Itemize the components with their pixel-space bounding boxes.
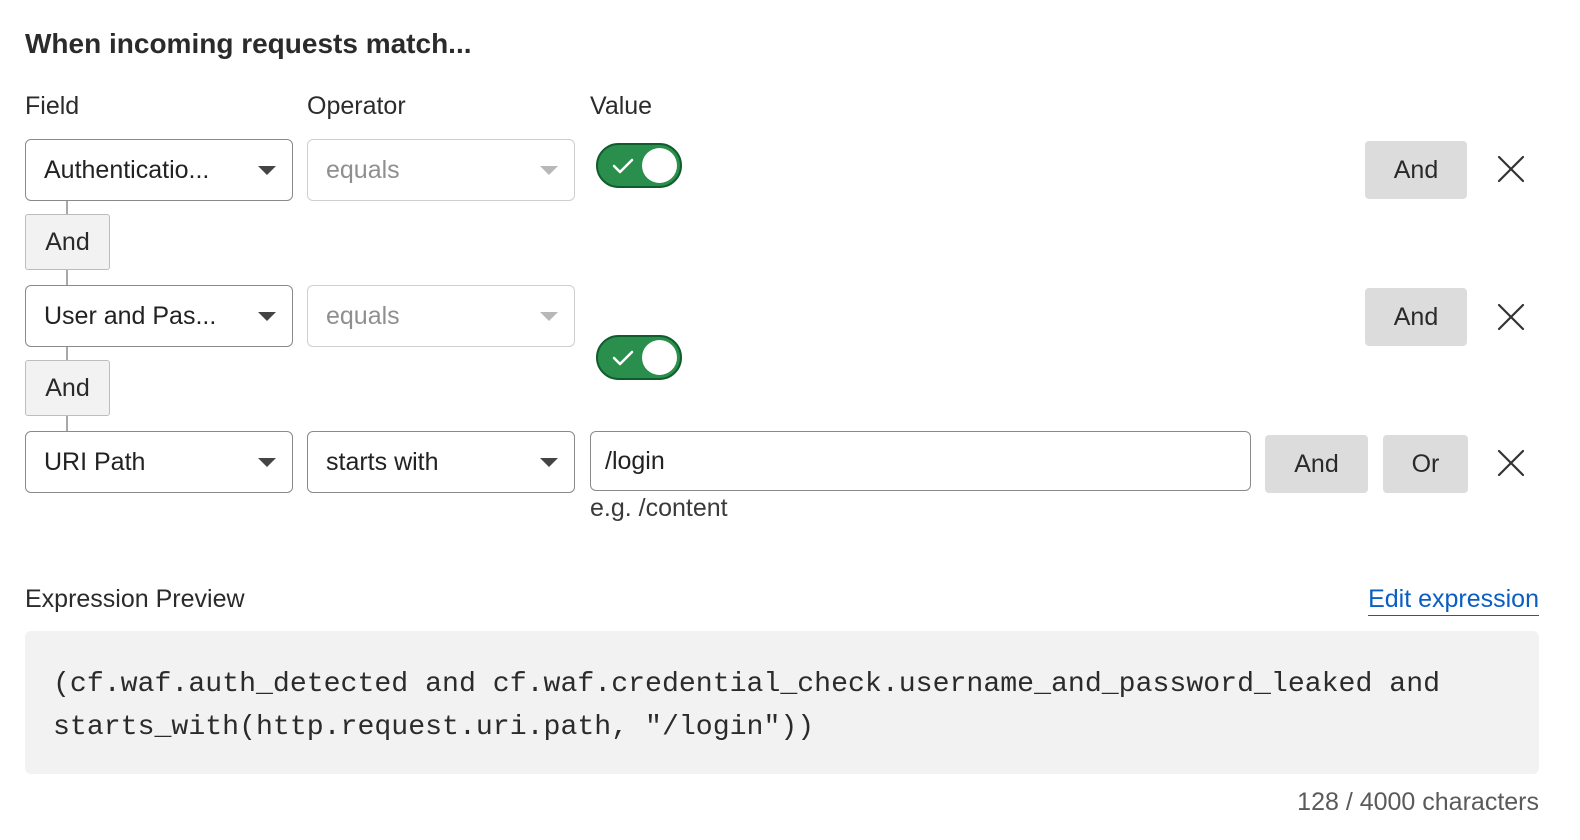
field-select-value: User and Pas... [44, 301, 217, 330]
operator-select-value: equals [326, 301, 400, 330]
field-select-value: Authenticatio... [44, 155, 210, 184]
close-icon [1497, 303, 1525, 331]
close-icon [1497, 155, 1525, 183]
chevron-down-icon [540, 457, 558, 467]
column-label-value: Value [590, 92, 653, 120]
field-select-row-1[interactable]: Authenticatio... [25, 139, 293, 201]
logic-connector-2: And [25, 360, 110, 416]
operator-select-value: starts with [326, 447, 439, 476]
toggle-knob [642, 340, 677, 375]
logic-connector-1: And [25, 214, 110, 270]
operator-select-value: equals [326, 155, 400, 184]
check-icon [612, 158, 634, 174]
column-label-operator: Operator [307, 92, 406, 120]
connector-line [66, 347, 68, 361]
operator-select-row-2: equals [307, 285, 575, 347]
expression-preview-box: (cf.waf.auth_detected and cf.waf.credent… [25, 631, 1539, 774]
chevron-down-icon [258, 311, 276, 321]
connector-line [66, 270, 68, 286]
connector-line [66, 416, 68, 432]
expression-preview-label: Expression Preview [25, 585, 245, 613]
chevron-down-icon [540, 311, 558, 321]
edit-expression-link[interactable]: Edit expression [1368, 585, 1539, 616]
field-select-value: URI Path [44, 447, 146, 476]
expression-code-line-2: starts_with(http.request.uri.path, "/log… [53, 712, 815, 743]
expression-code-line-1: (cf.waf.auth_detected and cf.waf.credent… [53, 669, 1441, 700]
column-label-field: Field [25, 92, 80, 120]
character-count: 128 / 4000 characters [1297, 788, 1539, 816]
section-heading: When incoming requests match... [25, 28, 472, 59]
value-input-row-3[interactable] [590, 431, 1251, 491]
add-and-button-row-1[interactable]: And [1365, 141, 1467, 199]
field-select-row-2[interactable]: User and Pas... [25, 285, 293, 347]
operator-select-row-3[interactable]: starts with [307, 431, 575, 493]
connector-line [66, 201, 68, 215]
close-icon [1497, 449, 1525, 477]
value-hint: e.g. /content [590, 494, 728, 522]
remove-row-button-2[interactable] [1496, 302, 1526, 332]
remove-row-button-3[interactable] [1496, 448, 1526, 478]
operator-select-row-1: equals [307, 139, 575, 201]
check-icon [612, 350, 634, 366]
remove-row-button-1[interactable] [1496, 154, 1526, 184]
chevron-down-icon [540, 165, 558, 175]
add-or-button-row-3[interactable]: Or [1383, 435, 1468, 493]
field-select-row-3[interactable]: URI Path [25, 431, 293, 493]
add-and-button-row-2[interactable]: And [1365, 288, 1467, 346]
chevron-down-icon [258, 457, 276, 467]
value-toggle-row-2[interactable] [596, 335, 682, 380]
value-toggle-row-1[interactable] [596, 143, 682, 188]
toggle-knob [642, 148, 677, 183]
add-and-button-row-3[interactable]: And [1265, 435, 1368, 493]
chevron-down-icon [258, 165, 276, 175]
